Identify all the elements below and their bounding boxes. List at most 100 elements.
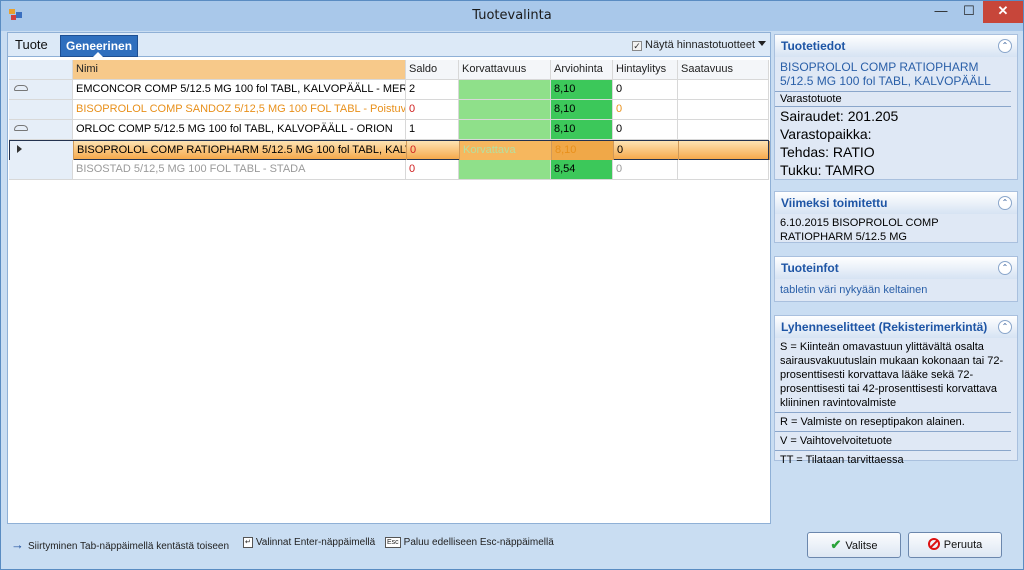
cell-nimi: BISOPROLOL COMP SANDOZ 5/12,5 MG 100 FOL… xyxy=(73,100,406,119)
tab-bar: Tuote Geneerinen ✓ Näytä hinnastotuotteet xyxy=(8,33,770,57)
cell-nimi: BISOPROLOL COMP RATIOPHARM 5/12.5 MG 100… xyxy=(74,141,407,160)
collapse-icon[interactable]: ⌃ xyxy=(998,261,1012,275)
row-indicator xyxy=(9,100,73,119)
tuoteinfot-text: tabletin väri nykyään keltainen xyxy=(780,284,928,296)
table-row[interactable]: ORLOC COMP 5/12.5 MG 100 fol TABL, KALVO… xyxy=(9,120,769,140)
cell-nimi: BISOSTAD 5/12,5 MG 100 FOL TABL - STADA xyxy=(73,160,406,179)
card-tuoteinfot: Tuoteinfot ⌃ tabletin väri nykyään kelta… xyxy=(774,256,1018,302)
product-type: Varastotuote xyxy=(775,92,1011,107)
window-title: Tuotevalinta xyxy=(472,8,552,23)
product-name: BISOPROLOL COMP RATIOPHARM 5/12.5 MG 100… xyxy=(775,57,1011,92)
product-list-panel: Tuote Geneerinen ✓ Näytä hinnastotuotteet… xyxy=(7,32,771,524)
collapse-icon[interactable]: ⌃ xyxy=(998,39,1012,53)
hint-esc: Esc Paluu edelliseen Esc-näppäimellä xyxy=(385,537,554,548)
cell-nimi: EMCONCOR COMP 5/12.5 MG 100 fol TABL, KA… xyxy=(73,80,406,99)
grid-header: Nimi Saldo Korvattavuus Arviohinta Hinta… xyxy=(9,60,769,80)
cell-saldo: 0 xyxy=(406,160,459,179)
row-indicator xyxy=(10,141,74,160)
card-viimeksi-toimitettu: Viimeksi toimitettu ⌃ 6.10.2015 BISOPROL… xyxy=(774,191,1018,243)
cell-arviohinta: 8,54 xyxy=(551,160,613,179)
show-pricelist-option[interactable]: ✓ Näytä hinnastotuotteet xyxy=(632,39,755,51)
maximize-button[interactable]: ☐ xyxy=(955,1,983,23)
cell-arviohinta: 8,10 xyxy=(551,80,613,99)
cell-saldo: 2 xyxy=(406,80,459,99)
header-nimi[interactable]: Nimi xyxy=(73,60,406,79)
hint-esc-text: Paluu edelliseen Esc-näppäimellä xyxy=(403,537,554,548)
cell-arviohinta: 8,10 xyxy=(552,141,614,160)
table-row[interactable]: EMCONCOR COMP 5/12.5 MG 100 fol TABL, KA… xyxy=(9,80,769,100)
collapse-icon[interactable]: ⌃ xyxy=(998,320,1012,334)
header-saldo[interactable]: Saldo xyxy=(406,60,459,79)
cell-korvattavuus xyxy=(459,160,551,179)
titlebar: Tuotevalinta — ☐ ✕ xyxy=(1,1,1023,31)
card-tuotetiedot: Tuotetiedot ⌃ BISOPROLOL COMP RATIOPHARM… xyxy=(774,34,1018,180)
header-arviohinta[interactable]: Arviohinta xyxy=(551,60,613,79)
tuoteinfot-title: Tuoteinfot xyxy=(775,257,1017,279)
show-pricelist-label: Näytä hinnastotuotteet xyxy=(645,39,756,51)
tehdas: Tehdas: RATIO xyxy=(780,144,875,160)
tab-pointer xyxy=(93,52,103,57)
cell-hintaylitys: 0 xyxy=(614,141,679,160)
close-button[interactable]: ✕ xyxy=(983,1,1023,23)
lyhenne-tt: TT = Tilataan tarvittaessa xyxy=(780,454,904,466)
hint-tab: → Siirtyminen Tab-näppäimellä kentästä to… xyxy=(11,537,229,552)
tuotetiedot-title: Tuotetiedot xyxy=(775,35,1017,57)
table-row[interactable]: BISOPROLOL COMP SANDOZ 5/12,5 MG 100 FOL… xyxy=(9,100,769,120)
cell-saatavuus xyxy=(679,141,770,160)
minimize-button[interactable]: — xyxy=(927,1,955,23)
header-indicator xyxy=(9,60,73,79)
checkmark-icon: ✔ xyxy=(830,537,842,552)
arrow-right-icon: → xyxy=(11,537,24,552)
cell-saatavuus xyxy=(678,100,769,119)
cell-saldo: 0 xyxy=(407,141,460,160)
valitse-label: Valitse xyxy=(845,540,878,552)
collapse-icon[interactable]: ⌃ xyxy=(998,196,1012,210)
window: Tuotevalinta — ☐ ✕ Tuote Geneerinen ✓ Näy… xyxy=(0,0,1024,570)
enter-key-icon: ↵ xyxy=(243,537,253,548)
cell-saldo: 0 xyxy=(406,100,459,119)
tab-geneerinen-label: Geneerinen xyxy=(66,39,133,53)
hint-tab-text: Siirtyminen Tab-näppäimellä kentästä toi… xyxy=(28,541,230,552)
row-indicator xyxy=(9,120,73,139)
cell-arviohinta: 8,10 xyxy=(551,100,613,119)
valitse-button[interactable]: ✔ Valitse xyxy=(807,532,901,558)
cell-korvattavuus: Korvattava xyxy=(460,141,552,160)
tab-geneerinen[interactable]: Geneerinen xyxy=(60,35,139,57)
cell-korvattavuus xyxy=(459,100,551,119)
lyhenne-v: V = Vaihtovelvoitetuote xyxy=(775,432,1011,451)
cell-saldo: 1 xyxy=(406,120,459,139)
generic-group-icon xyxy=(14,125,28,131)
hint-enter-text: Valinnat Enter-näppäimellä xyxy=(255,537,376,548)
cell-hintaylitys: 0 xyxy=(613,160,678,179)
varastopaikka: Varastopaikka: xyxy=(780,126,872,142)
cancel-icon xyxy=(927,538,940,550)
esc-key-icon: Esc xyxy=(385,537,401,548)
cell-korvattavuus xyxy=(459,80,551,99)
cell-nimi: ORLOC COMP 5/12.5 MG 100 fol TABL, KALVO… xyxy=(73,120,406,139)
options-dropdown-icon[interactable] xyxy=(758,41,766,46)
tab-tuote[interactable]: Tuote xyxy=(10,35,53,57)
cell-hintaylitys: 0 xyxy=(613,80,678,99)
status-bar: → Siirtyminen Tab-näppäimellä kentästä to… xyxy=(7,531,1017,561)
cell-saatavuus xyxy=(678,120,769,139)
row-indicator xyxy=(9,160,73,179)
cell-saatavuus xyxy=(678,80,769,99)
lyhenne-s: S = Kiinteän omavastuun ylittävältä osal… xyxy=(775,338,1011,413)
tukku: Tukku: TAMRO xyxy=(780,162,875,178)
cell-saatavuus xyxy=(678,160,769,179)
show-pricelist-checkbox[interactable]: ✓ xyxy=(632,41,642,51)
generic-group-icon xyxy=(14,85,28,91)
peruuta-button[interactable]: Peruuta xyxy=(908,532,1002,558)
header-saatavuus[interactable]: Saatavuus xyxy=(678,60,769,79)
viimeksi-text: 6.10.2015 BISOPROLOL COMP RATIOPHARM 5/1… xyxy=(780,217,939,243)
row-indicator xyxy=(9,80,73,99)
card-lyhenneselitteet: Lyhenneselitteet (Rekisterimerkintä) ⌃ S… xyxy=(774,315,1018,466)
cell-arviohinta: 8,10 xyxy=(551,120,613,139)
lyhenteet-title: Lyhenneselitteet (Rekisterimerkintä) xyxy=(775,316,1017,338)
table-row-selected[interactable]: BISOPROLOL COMP RATIOPHARM 5/12.5 MG 100… xyxy=(9,140,770,160)
table-row[interactable]: BISOSTAD 5/12,5 MG 100 FOL TABL - STADA … xyxy=(9,160,769,180)
header-korvattavuus[interactable]: Korvattavuus xyxy=(459,60,551,79)
header-hintaylitys[interactable]: Hintaylitys xyxy=(613,60,678,79)
lyhenne-r: R = Valmiste on reseptipakon alainen. xyxy=(775,413,1011,432)
peruuta-label: Peruuta xyxy=(943,539,983,551)
